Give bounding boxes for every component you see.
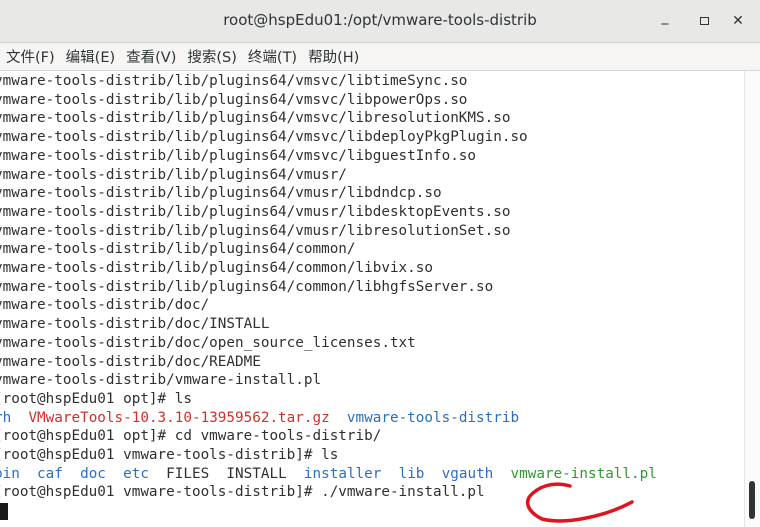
terminal-line: vmware-tools-distrib/doc/	[0, 296, 209, 315]
close-button[interactable]: ✕	[727, 10, 749, 32]
menu-view[interactable]: 查看(V)	[126, 46, 176, 67]
terminal-text: vmware-tools-distrib/doc/README	[0, 353, 261, 370]
terminal-text: vmware-tools-distrib/lib/plugins64/vmsvc…	[0, 91, 468, 108]
terminal-text: vmware-tools-distrib/lib/plugins64/vmusr…	[0, 185, 442, 202]
terminal-text: vmware-tools-distrib/lib/plugins64/commo…	[0, 260, 433, 276]
terminal-text: vmware-tools-distrib/lib/plugins64/vmusr…	[0, 166, 347, 183]
terminal-text: vmware-tools-distrib/lib/plugins64/vmusr…	[0, 203, 511, 220]
terminal-text: doc	[80, 465, 106, 482]
terminal-cursor	[0, 503, 8, 521]
minimize-button[interactable]: _	[654, 9, 676, 32]
terminal-text: vmware-tools-distrib/lib/plugins64/vmsvc…	[0, 147, 477, 164]
menu-edit[interactable]: 编辑(E)	[66, 46, 115, 67]
terminal-line: vmware-tools-distrib/lib/plugins64/vmusr…	[0, 222, 510, 241]
menu-file[interactable]: 文件(F)	[6, 46, 55, 67]
menu-bar: 文件(F) 编辑(E) 查看(V) 搜索(S) 终端(T) 帮助(H)	[0, 43, 760, 71]
terminal-text: vmware-tools-distrib/doc/open_source_lic…	[0, 334, 416, 351]
scrollbar[interactable]	[744, 71, 760, 527]
terminal-text: caf	[37, 465, 63, 482]
menu-help[interactable]: 帮助(H)	[308, 46, 359, 67]
terminal-text: vmware-tools-distrib/lib/plugins64/vmsvc…	[0, 110, 511, 127]
terminal-text: vgauth	[441, 465, 494, 482]
terminal-text: vmware-tools-distrib/doc/	[0, 297, 210, 314]
terminal-line: vmware-tools-distrib/lib/plugins64/commo…	[0, 240, 356, 259]
minimize-icon: _	[661, 9, 669, 25]
scrollbar-thumb[interactable]	[749, 481, 755, 519]
terminal-line: [root@hspEdu01 opt]# ls	[0, 390, 192, 409]
terminal-text: vmware-tools-distrib/lib/plugins64/commo…	[0, 241, 356, 258]
terminal-text: lib	[398, 465, 425, 482]
terminal-line: vmware-tools-distrib/vmware-install.pl	[0, 371, 321, 390]
terminal-line: vmware-tools-distrib/lib/plugins64/vmsvc…	[0, 91, 467, 110]
terminal-text: vmware-tools-distrib/lib/plugins64/vmsvc…	[0, 129, 528, 146]
terminal-line: vmware-tools-distrib/lib/plugins64/vmsvc…	[0, 147, 476, 166]
menu-terminal[interactable]: 终端(T)	[248, 46, 297, 67]
terminal-line: vmware-tools-distrib/lib/plugins64/vmsvc…	[0, 128, 528, 147]
terminal-line: vmware-tools-distrib/lib/plugins64/vmsvc…	[0, 72, 467, 91]
terminal-text: vmware-tools-distrib	[346, 409, 520, 426]
terminal-text: FILES INSTALL	[148, 465, 304, 482]
terminal-text: [root@hspEdu01 vmware-tools-distrib]# ./…	[0, 484, 485, 501]
terminal-line: vmware-tools-distrib/lib/plugins64/commo…	[0, 259, 433, 278]
terminal-text: vmware-tools-distrib/lib/plugins64/vmsvc…	[0, 73, 468, 89]
terminal-line: vmware-tools-distrib/lib/plugins64/vmusr…	[0, 184, 442, 203]
terminal-line: vmware-tools-distrib/lib/plugins64/commo…	[0, 278, 493, 297]
terminal-text: vmware-tools-distrib/doc/INSTALL	[0, 316, 270, 333]
terminal-line: vmware-tools-distrib/doc/README	[0, 353, 261, 372]
terminal-text: bin	[0, 465, 20, 482]
terminal-line: [root@hspEdu01 vmware-tools-distrib]# ./…	[0, 483, 485, 502]
terminal-text: vmware-install.pl	[510, 465, 657, 482]
terminal-line: vmware-tools-distrib/lib/plugins64/vmsvc…	[0, 109, 510, 128]
title-bar: root@hspEdu01:/opt/vmware-tools-distrib …	[0, 0, 760, 43]
terminal-line: [root@hspEdu01 vmware-tools-distrib]# ls	[0, 446, 338, 465]
terminal-text: rh	[0, 409, 12, 426]
terminal-line: vmware-tools-distrib/lib/plugins64/vmusr…	[0, 203, 510, 222]
terminal-output[interactable]: vmware-tools-distrib/lib/plugins64/vmsvc…	[0, 71, 744, 527]
terminal-line: vmware-tools-distrib/lib/plugins64/vmusr…	[0, 166, 347, 185]
terminal-text: [root@hspEdu01 opt]# ls	[0, 390, 192, 407]
terminal-text: etc	[123, 465, 149, 482]
maximize-button[interactable]	[693, 10, 715, 32]
terminal-text: vmware-tools-distrib/lib/plugins64/commo…	[0, 278, 494, 295]
terminal-text: vmware-tools-distrib/vmware-install.pl	[0, 372, 322, 389]
terminal-text: [root@hspEdu01 vmware-tools-distrib]# ls	[0, 447, 339, 463]
menu-search[interactable]: 搜索(S)	[187, 46, 237, 67]
terminal-text: VMwareTools-10.3.10-13959562.tar.gz	[28, 409, 330, 426]
terminal-line: [root@hspEdu01 opt]# cd vmware-tools-dis…	[0, 427, 381, 446]
maximize-icon	[699, 17, 709, 25]
terminal-line: vmware-tools-distrib/doc/open_source_lic…	[0, 334, 416, 353]
close-icon: ✕	[732, 13, 744, 29]
terminal-text: installer	[303, 465, 382, 482]
terminal-line: rh VMwareTools-10.3.10-13959562.tar.gz v…	[0, 409, 519, 428]
terminal-line: bin caf doc etc FILES INSTALL installer …	[0, 465, 657, 484]
terminal-line: vmware-tools-distrib/doc/INSTALL	[0, 315, 269, 334]
terminal-text: vmware-tools-distrib/lib/plugins64/vmusr…	[0, 222, 511, 239]
terminal-text: [root@hspEdu01 opt]# cd vmware-tools-dis…	[0, 428, 382, 445]
window-title: root@hspEdu01:/opt/vmware-tools-distrib	[223, 11, 537, 29]
